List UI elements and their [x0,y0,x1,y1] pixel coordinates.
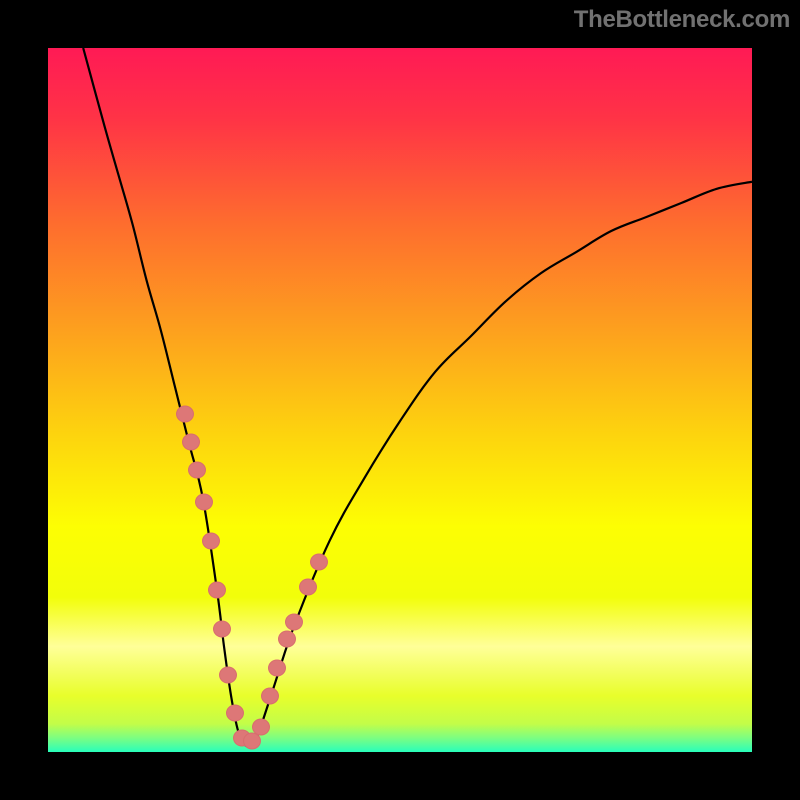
data-marker [176,406,194,423]
data-marker [208,582,226,599]
data-marker [188,462,206,479]
data-marker [310,553,328,570]
data-marker [285,613,303,630]
data-marker [299,578,317,595]
data-marker [252,719,270,736]
data-marker [278,631,296,648]
data-marker [182,434,200,451]
plot-area [48,48,752,752]
data-marker [195,494,213,511]
data-marker [268,659,286,676]
chart-container: TheBottleneck.com [0,0,800,800]
data-marker [226,705,244,722]
data-marker [213,620,231,637]
data-marker [219,666,237,683]
gradient-background [48,48,752,752]
data-marker [202,532,220,549]
watermark: TheBottleneck.com [574,6,790,34]
data-marker [261,687,279,704]
